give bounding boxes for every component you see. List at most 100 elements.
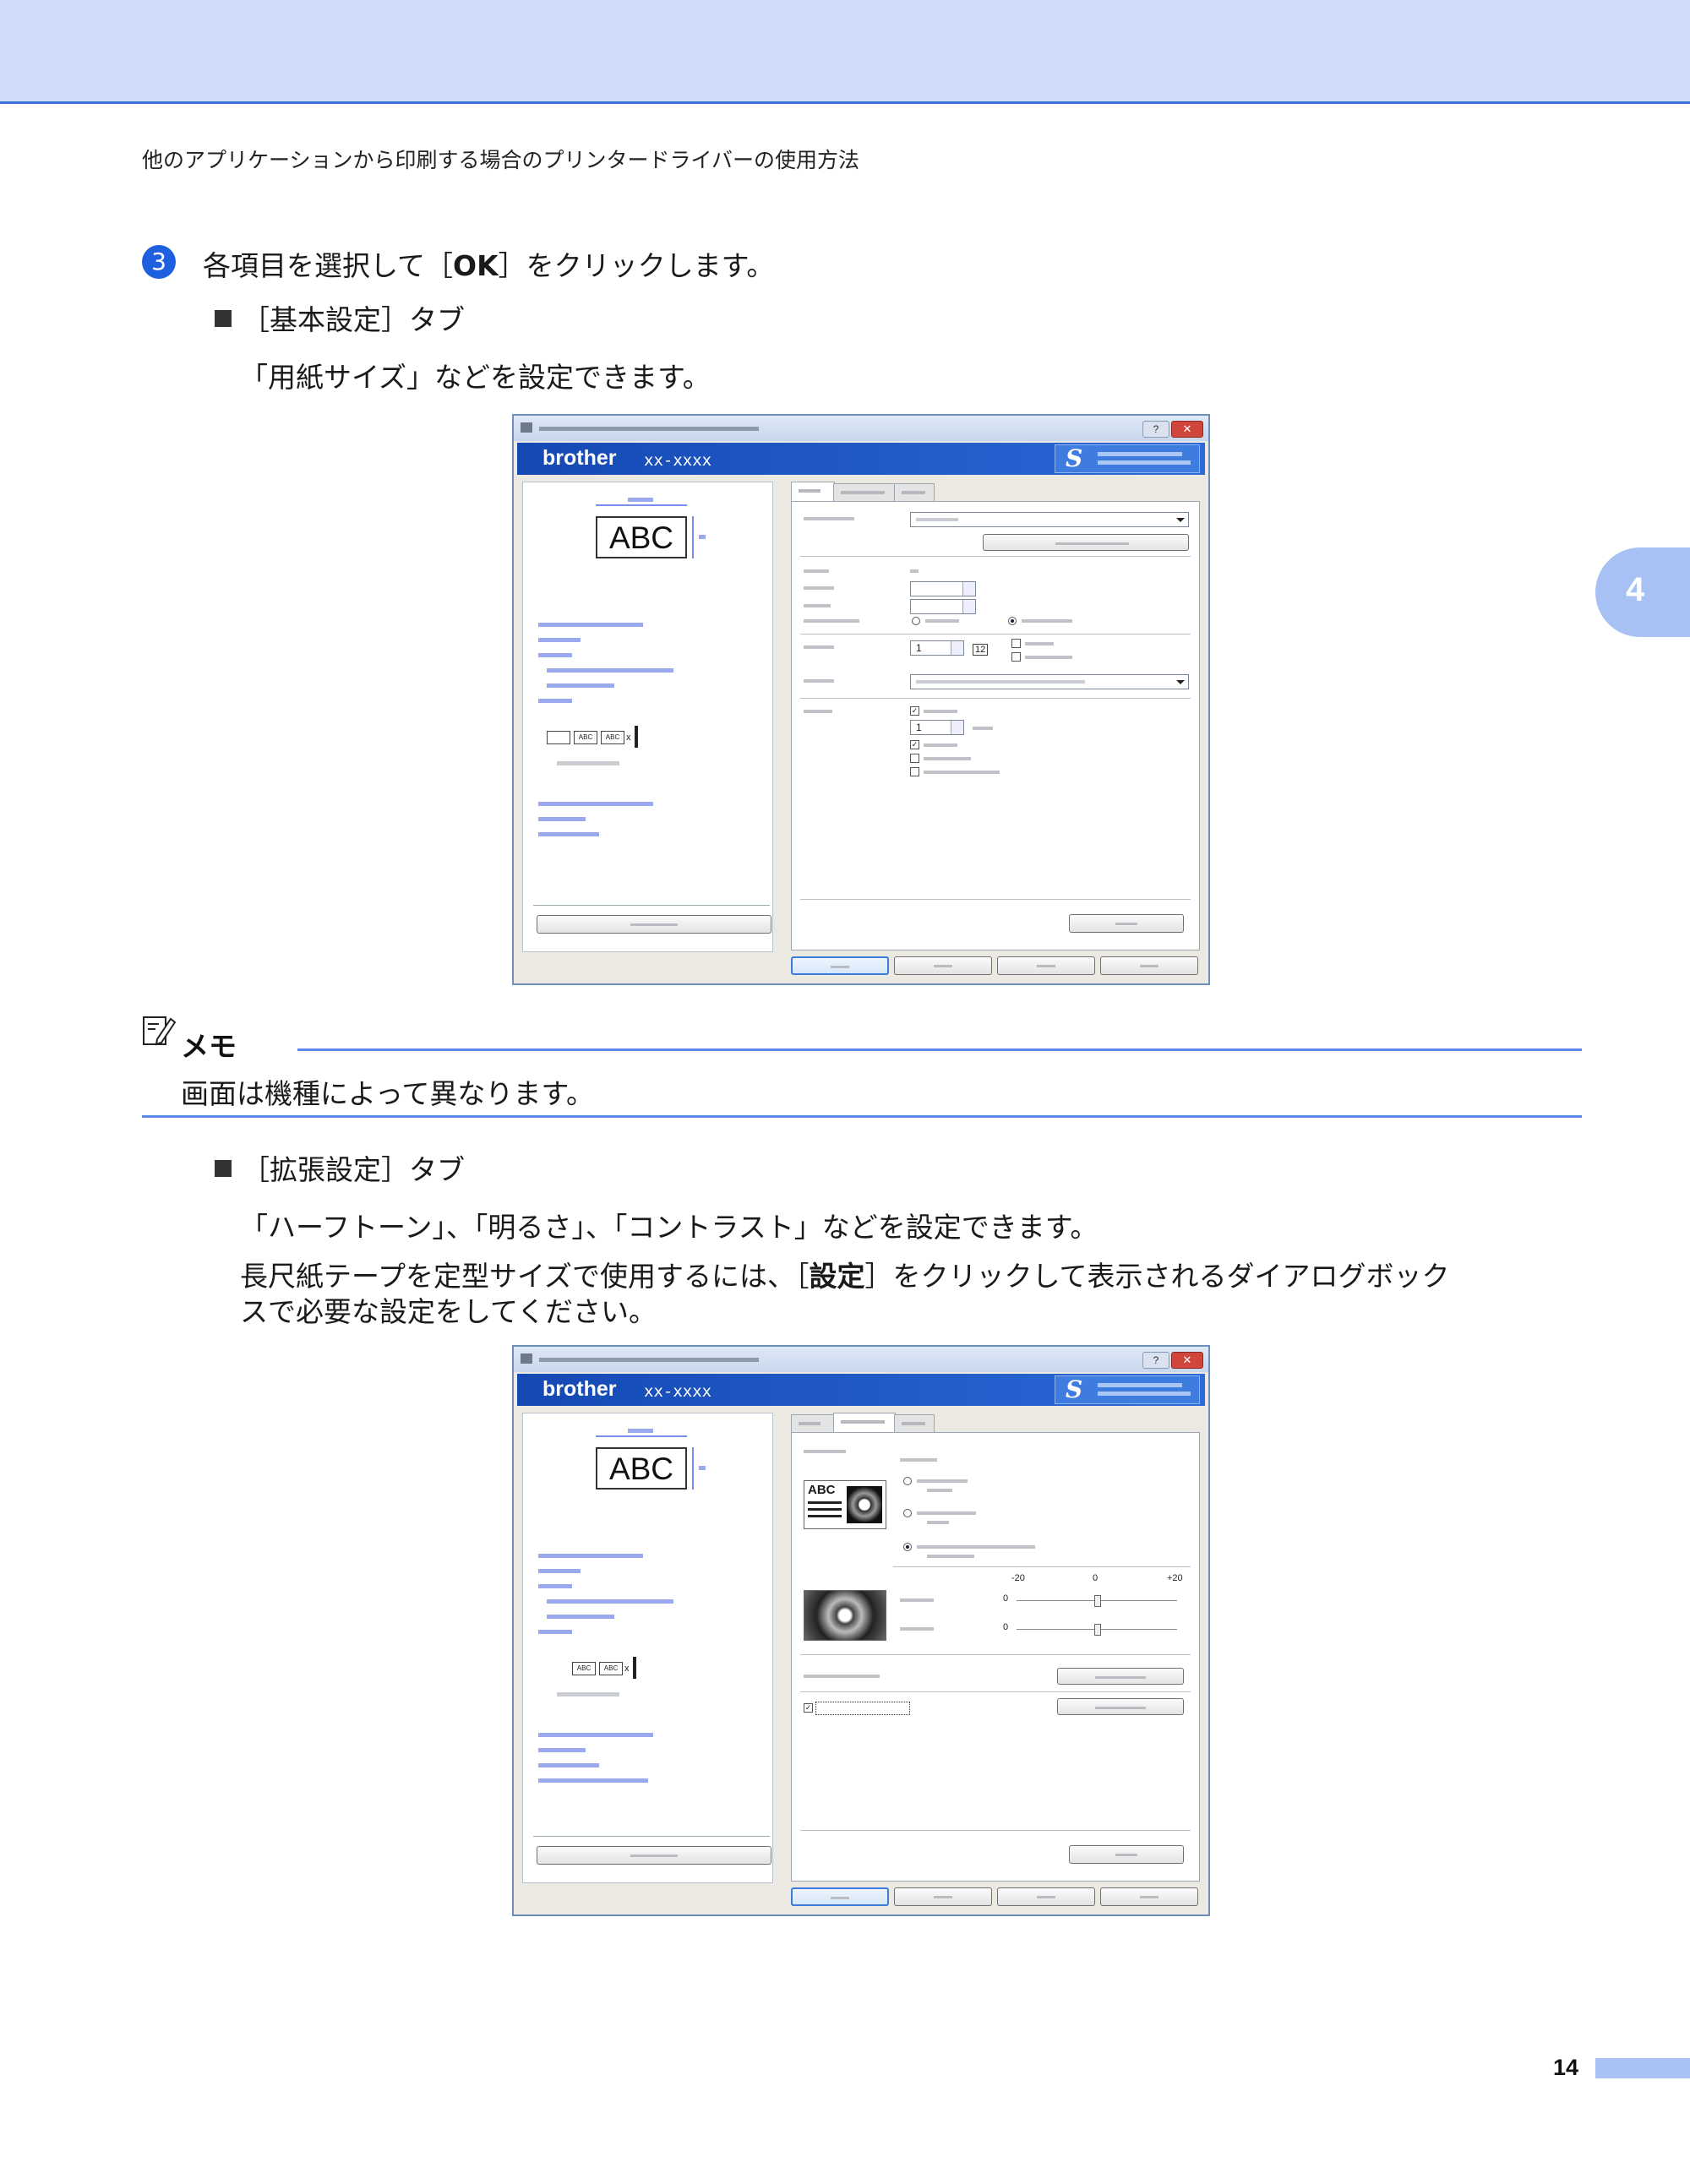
long-tape-instruction-line2: スで必要な設定をしてください。 [240, 1295, 657, 1328]
support-button[interactable] [537, 915, 771, 934]
note-title: メモ [181, 1030, 237, 1063]
basic-tab-heading: ［基本設定］タブ [215, 297, 465, 338]
bullet-square-icon [215, 310, 232, 327]
bracket-open: ［ [242, 303, 270, 336]
help-dialog-button[interactable] [1100, 1887, 1198, 1906]
height-dimension-line [692, 516, 694, 558]
help-button[interactable]: ? [1142, 421, 1169, 438]
printing-preferences-dialog-basic: ? ✕ brother xx-xxxx S ABC ABC ABC x 1 12… [512, 414, 1210, 985]
model-name: xx-xxxx [644, 1382, 712, 1401]
step-number-badge: 3 [142, 245, 176, 279]
distributed-printing-settings-button[interactable] [1057, 1698, 1184, 1715]
contrast-slider[interactable] [1017, 1624, 1177, 1636]
advanced-tab-heading: ［拡張設定］タブ [215, 1147, 465, 1188]
apply-button[interactable] [997, 956, 1095, 975]
help-button[interactable]: ? [1142, 1352, 1169, 1369]
step-instruction: 各項目を選択して［OK］をクリックします。 [203, 243, 774, 284]
preview-panel: ABC ABC ABC x [522, 1413, 773, 1883]
brand-logo: brother [542, 446, 617, 470]
printing-preferences-dialog-advanced: ? ✕ brother xx-xxxx S ABC ABC ABC x ABC … [512, 1345, 1210, 1916]
slider-scale-max: +20 [1167, 1573, 1183, 1583]
portrait-radio[interactable] [912, 617, 920, 625]
default-button[interactable] [1069, 914, 1184, 933]
header-band [0, 0, 1690, 104]
width-dimension-line [596, 504, 687, 506]
solutions-center-button[interactable]: S [1055, 1375, 1200, 1404]
contrast-value: 0 [1003, 1622, 1009, 1632]
brand-logo: brother [542, 1377, 617, 1401]
tab-other[interactable] [894, 483, 935, 501]
instruction-text-bold: 設定 [809, 1260, 865, 1293]
quality-combo[interactable] [910, 674, 1189, 689]
close-button[interactable]: ✕ [1171, 421, 1203, 438]
continuous-tape-settings-button[interactable] [1057, 1668, 1184, 1685]
reverse-order-checkbox[interactable] [1011, 652, 1021, 662]
help-dialog-button[interactable] [1100, 956, 1198, 975]
bracket-open: ［ [242, 1153, 270, 1186]
printer-icon [521, 1353, 532, 1364]
step-text-bold: OK [453, 249, 499, 282]
collate-checkbox[interactable] [1011, 639, 1021, 648]
note-text: 画面は機種によって異なります。 [181, 1077, 595, 1110]
close-button[interactable]: ✕ [1171, 1352, 1203, 1369]
ok-button[interactable] [791, 956, 889, 975]
note-bottom-rule [142, 1115, 1582, 1118]
dropdown-arrow-icon [1176, 680, 1185, 684]
step-text-before: 各項目を選択して［ [203, 249, 454, 282]
printer-icon [521, 422, 532, 433]
running-header: 他のアプリケーションから印刷する場合のプリンタードライバーの使用方法 [142, 148, 860, 172]
trim-tape-checkbox[interactable] [910, 767, 919, 776]
distributed-printing-checkbox[interactable]: ✓ [804, 1703, 813, 1713]
solutions-center-button[interactable]: S [1055, 444, 1200, 473]
settings-panel: 1 12 ✓ 1 ✓ [791, 501, 1200, 950]
long-tape-instruction: 長尺紙テープを定型サイズで使用するには、［設定］をクリックして表示されるダイアロ… [240, 1254, 1450, 1294]
instruction-text-after: ］をクリックして表示されるダイアログボック [864, 1260, 1450, 1293]
memo-pencil-icon [143, 1016, 176, 1046]
cut-at-end-checkbox[interactable]: ✓ [910, 740, 919, 749]
note-top-rule [297, 1048, 1582, 1051]
mirror-printing-checkbox[interactable] [910, 754, 919, 763]
halftone-error-diffusion-radio[interactable] [903, 1543, 912, 1551]
dropdown-arrow-icon [1176, 518, 1185, 522]
halftone-preview-image: ABC [804, 1480, 886, 1529]
halftone-binary-radio[interactable] [903, 1477, 912, 1485]
brightness-value: 0 [1003, 1593, 1009, 1604]
brightness-preview-image [804, 1590, 886, 1641]
paper-type-combo[interactable] [910, 512, 1189, 527]
copies-value: 1 [916, 642, 922, 654]
feed-spinner[interactable] [910, 599, 976, 614]
cut-every-checkbox[interactable]: ✓ [910, 706, 919, 716]
tab-advanced[interactable] [833, 483, 896, 501]
apply-button[interactable] [997, 1887, 1095, 1906]
tab-other[interactable] [894, 1414, 935, 1432]
labels-value: 1 [916, 722, 922, 733]
model-name: xx-xxxx [644, 451, 712, 470]
chapter-tab: 4 [1595, 547, 1690, 637]
chapter-number: 4 [1626, 571, 1645, 608]
halftone-dither-radio[interactable] [903, 1509, 912, 1517]
brand-bar: brother xx-xxxx S [517, 1374, 1205, 1406]
basic-tab-label: 基本設定 [270, 303, 381, 336]
solutions-center-icon: S [1066, 1375, 1083, 1403]
instruction-text-before: 長尺紙テープを定型サイズで使用するには、［ [240, 1260, 810, 1293]
cancel-button[interactable] [894, 1887, 992, 1906]
label-preview: ABC [596, 1447, 687, 1490]
dialog-titlebar [514, 1347, 1208, 1372]
length-spinner[interactable] [910, 581, 976, 596]
brightness-slider[interactable] [1017, 1595, 1177, 1607]
support-button[interactable] [537, 1846, 771, 1865]
ok-button[interactable] [791, 1887, 889, 1906]
bracket-close: ］タブ [381, 1153, 465, 1186]
copies-spinner[interactable]: 1 [910, 640, 964, 656]
labels-spinner[interactable]: 1 [910, 720, 964, 735]
tab-basic[interactable] [791, 482, 835, 502]
landscape-radio[interactable] [1008, 617, 1017, 625]
step-text-after: ］をクリックします。 [498, 249, 775, 282]
bullet-square-icon [215, 1160, 232, 1177]
tab-basic[interactable] [791, 1414, 835, 1432]
slider-scale-mid: 0 [1093, 1573, 1098, 1583]
cancel-button[interactable] [894, 956, 992, 975]
default-button[interactable] [1069, 1845, 1184, 1864]
paper-size-setup-button[interactable] [983, 534, 1189, 551]
tab-advanced[interactable] [833, 1413, 896, 1433]
